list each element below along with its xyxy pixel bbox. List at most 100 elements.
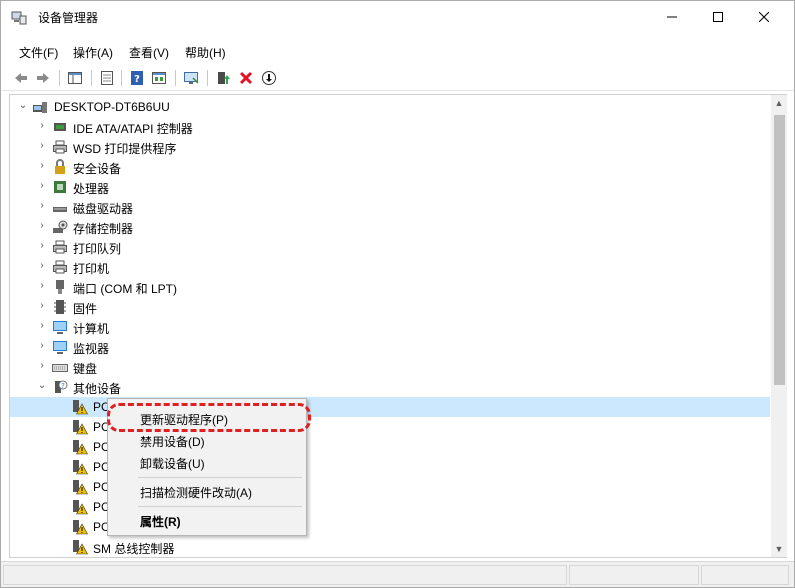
close-button[interactable] [741,1,787,33]
tree-category-label: IDE ATA/ATAPI 控制器 [73,122,193,136]
back-icon [15,73,27,83]
expand-chevron-icon[interactable]: › [36,300,48,314]
close-icon [759,12,769,22]
properties-button[interactable] [97,68,117,88]
tree-category[interactable]: › 打印队列 [10,237,770,257]
expand-chevron-icon[interactable]: › [36,260,48,274]
tree-category[interactable]: › 存储控制器 [10,217,770,237]
status-cell [3,565,567,585]
scan-hardware-button[interactable] [259,68,279,88]
device-manager-icon [11,11,27,25]
forward-icon [37,73,49,83]
view-resources-button[interactable] [149,68,169,88]
warning-device-icon [73,440,88,455]
help-button[interactable]: ? [127,68,147,88]
monitor-icon [53,341,67,354]
menu-item-label: 禁用设备(D) [140,435,205,449]
svg-text:?: ? [61,382,65,390]
expand-chevron-icon[interactable]: › [36,320,48,334]
scroll-up-arrow-icon[interactable]: ▲ [771,95,787,111]
monitor-button[interactable] [181,68,201,88]
ide-controller-icon [54,123,66,131]
print-queue-icon [53,240,67,254]
menu-item-label: 扫描检测硬件改动(A) [140,486,252,500]
expand-chevron-icon[interactable]: › [36,160,48,174]
tree-category-label: 打印机 [73,262,110,276]
tree-category-label: 打印队列 [73,242,122,256]
menu-file[interactable]: 文件(F) [19,44,58,61]
toolbar-separator [207,70,208,86]
menu-separator [138,506,302,507]
help-icon: ? [131,71,143,85]
vertical-scrollbar[interactable]: ▲ ▼ [771,94,787,558]
toolbar: ? [1,65,794,91]
storage-controller-icon [53,220,68,233]
firmware-icon [54,300,66,314]
warning-device-icon [73,480,88,495]
tree-category[interactable]: › 计算机 [10,317,770,337]
scrollbar-thumb[interactable] [774,115,785,385]
menu-action[interactable]: 操作(A) [73,44,113,61]
menu-view[interactable]: 查看(V) [129,44,169,61]
port-icon [56,280,64,294]
minimize-icon [667,16,677,18]
highlight-annotation [107,403,311,432]
tree-category[interactable]: › 端口 (COM 和 LPT) [10,277,770,297]
tree-category[interactable]: › WSD 打印提供程序 [10,137,770,157]
printer-icon [53,140,67,154]
collapse-chevron-icon[interactable]: ⌄ [36,380,48,394]
menu-bar: 文件(F) 操作(A) 查看(V) 帮助(H) [1,41,794,63]
tree-category[interactable]: › IDE ATA/ATAPI 控制器 [10,117,770,137]
uninstall-button[interactable] [236,68,256,88]
tree-category[interactable]: › 监视器 [10,337,770,357]
toolbar-separator [175,70,176,86]
menu-separator [138,477,302,478]
tree-category[interactable]: › 键盘 [10,357,770,377]
expand-chevron-icon[interactable]: › [36,280,48,294]
collapse-chevron-icon[interactable]: ⌄ [17,100,29,114]
tree-category[interactable]: › 打印机 [10,257,770,277]
disable-device-menu-item[interactable]: 禁用设备(D) [109,429,305,451]
tree-category-label: 计算机 [73,322,110,336]
tree-root[interactable]: ⌄ DESKTOP-DT6B6UU [10,97,770,117]
device-manager-window: 设备管理器 文件(F) 操作(A) 查看(V) 帮助(H) ? ⌄ DESKTO… [0,0,795,588]
forward-button[interactable] [33,68,53,88]
warning-device-icon [73,500,88,515]
back-button[interactable] [11,68,31,88]
tree-category[interactable]: › 固件 [10,297,770,317]
expand-chevron-icon[interactable]: › [36,140,48,154]
tree-category-label: 处理器 [73,182,110,196]
expand-chevron-icon[interactable]: › [36,220,48,234]
uninstall-device-menu-item[interactable]: 卸载设备(U) [109,451,305,473]
expand-chevron-icon[interactable]: › [36,200,48,214]
tree-category[interactable]: › 处理器 [10,177,770,197]
tree-category-other-devices[interactable]: ⌄ ? 其他设备 [10,377,770,397]
processor-icon [54,181,66,193]
tree-category-label: 磁盘驱动器 [73,202,134,216]
computer-icon [53,321,67,334]
expand-chevron-icon[interactable]: › [36,340,48,354]
monitor-icon [184,72,199,84]
title-bar: 设备管理器 [1,1,794,33]
window-title: 设备管理器 [38,11,99,25]
maximize-icon [713,12,723,22]
tree-device[interactable]: SM 总线控制器 [10,537,770,557]
menu-help[interactable]: 帮助(H) [185,44,226,61]
tree-category[interactable]: › 磁盘驱动器 [10,197,770,217]
scroll-down-arrow-icon[interactable]: ▼ [771,541,787,557]
expand-chevron-icon[interactable]: › [36,360,48,374]
minimize-button[interactable] [649,1,695,33]
tree-category-label: 安全设备 [73,162,122,176]
tree-category-label: 存储控制器 [73,222,134,236]
show-hide-tree-icon [68,72,82,84]
show-hide-tree-button[interactable] [65,68,85,88]
expand-chevron-icon[interactable]: › [36,180,48,194]
expand-chevron-icon[interactable]: › [36,240,48,254]
toolbar-separator [91,70,92,86]
properties-menu-item[interactable]: 属性(R) [109,509,305,531]
update-driver-button[interactable] [213,68,233,88]
tree-category[interactable]: › 安全设备 [10,157,770,177]
maximize-button[interactable] [695,1,741,33]
expand-chevron-icon[interactable]: › [36,120,48,134]
scan-hardware-menu-item[interactable]: 扫描检测硬件改动(A) [109,480,305,502]
